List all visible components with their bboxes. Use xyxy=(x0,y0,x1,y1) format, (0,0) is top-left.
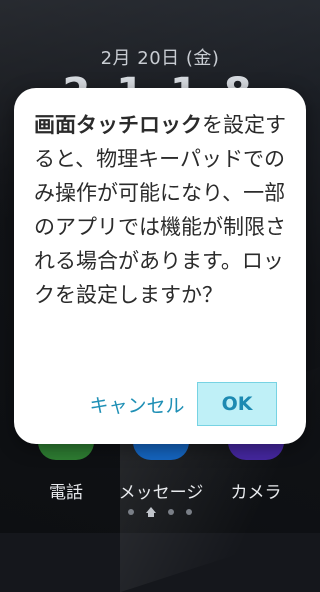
page-dot xyxy=(128,509,134,515)
dialog-message: 画面タッチロックを設定すると、物理キーパッドでのみ操作が可能になり、一部のアプリ… xyxy=(34,108,290,312)
dock-label-messages: メッセージ xyxy=(118,483,204,503)
dock-label-phone: 電話 xyxy=(49,483,83,503)
cancel-button[interactable]: キャンセル xyxy=(84,385,190,423)
home-page-icon xyxy=(146,507,156,517)
page-dot xyxy=(186,509,192,515)
page-indicator xyxy=(0,507,320,517)
page-dot xyxy=(168,509,174,515)
screen-lock-dialog: 画面タッチロックを設定すると、物理キーパッドでのみ操作が可能になり、一部のアプリ… xyxy=(14,88,306,444)
lockscreen-date: 2月 20日 (金) xyxy=(100,48,220,69)
dialog-message-body: を設定すると、物理キーパッドでのみ操作が可能になり、一部のアプリでは機能が制限さ… xyxy=(34,113,286,307)
ok-button[interactable]: OK xyxy=(197,382,277,426)
dialog-message-emphasis: 画面タッチロック xyxy=(34,113,202,137)
dock-label-camera: カメラ xyxy=(230,483,282,503)
